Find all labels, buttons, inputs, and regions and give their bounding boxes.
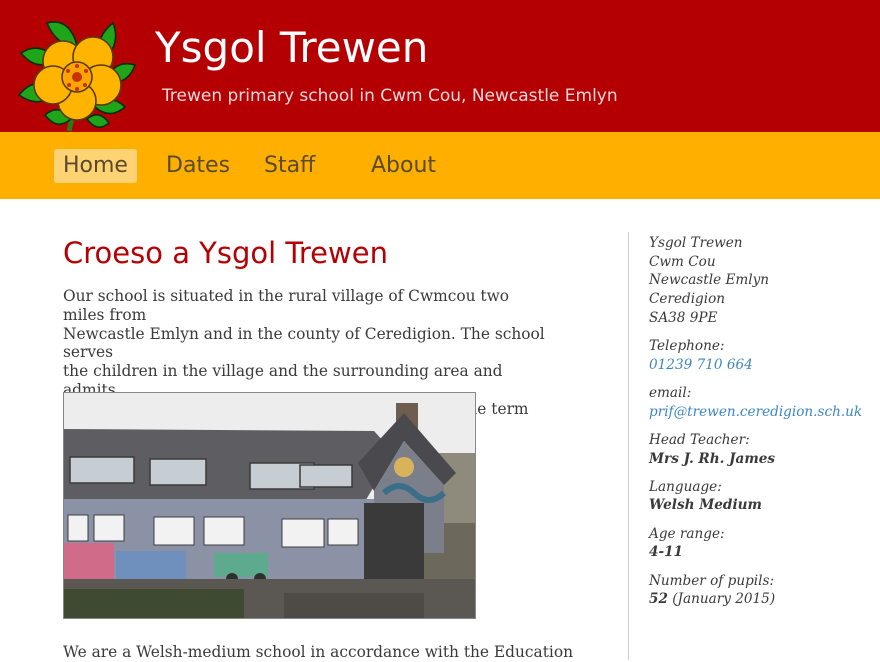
address-line: SA38 9PE bbox=[649, 309, 718, 326]
address-line: Ysgol Trewen bbox=[649, 235, 743, 251]
pupils-value: 52 bbox=[649, 591, 668, 608]
pupils-label: Number of pupils: bbox=[649, 572, 775, 589]
address-line: Cwm Cou bbox=[649, 253, 716, 270]
site-header: Ysgol Trewen Trewen primary school in Cw… bbox=[0, 0, 880, 132]
site-title[interactable]: Ysgol Trewen bbox=[155, 22, 428, 74]
sidebar-divider bbox=[628, 232, 629, 660]
site-subtitle: Trewen primary school in Cwm Cou, Newcas… bbox=[162, 86, 618, 106]
pupils-block: Number of pupils: 52 (January 2015) bbox=[649, 572, 874, 609]
language-label: Language: bbox=[649, 478, 722, 495]
language-value: Welsh Medium bbox=[649, 497, 762, 514]
nav-item-staff[interactable]: Staff bbox=[255, 149, 324, 183]
language-block: Language: Welsh Medium bbox=[649, 478, 874, 515]
telephone-link[interactable]: 01239 710 664 bbox=[649, 356, 874, 375]
email-link[interactable]: prif@trewen.ceredigion.sch.uk bbox=[649, 403, 874, 422]
nav-item-dates[interactable]: Dates bbox=[157, 149, 239, 183]
school-logo-icon[interactable] bbox=[17, 15, 139, 133]
school-photo-illustration bbox=[64, 393, 475, 618]
pupils-note: (January 2015) bbox=[672, 591, 776, 608]
nav-item-home[interactable]: Home bbox=[54, 149, 137, 183]
age-range-value: 4-11 bbox=[649, 544, 684, 561]
main-nav: Home Dates Staff About bbox=[0, 132, 880, 199]
age-range-block: Age range: 4-11 bbox=[649, 525, 874, 562]
pupils-line: 52 (January 2015) bbox=[649, 590, 874, 609]
age-range-label: Age range: bbox=[649, 525, 725, 542]
page-title: Croeso a Ysgol Trewen bbox=[63, 236, 388, 270]
email-block: email: prif@trewen.ceredigion.sch.uk bbox=[649, 384, 874, 421]
intro-line: Newcastle Emlyn and in the county of Cer… bbox=[63, 324, 545, 362]
nav-item-about[interactable]: About bbox=[362, 149, 445, 183]
head-teacher-label: Head Teacher: bbox=[649, 431, 750, 448]
head-teacher-block: Head Teacher: Mrs J. Rh. James bbox=[649, 431, 874, 468]
address-block: Ysgol Trewen Cwm Cou Newcastle Emlyn Cer… bbox=[649, 234, 874, 328]
address-line: Ceredigion bbox=[649, 291, 726, 308]
school-building-photo bbox=[63, 392, 476, 619]
body-paragraph: We are a Welsh-medium school in accordan… bbox=[63, 643, 574, 661]
telephone-label: Telephone: bbox=[649, 338, 725, 355]
email-label: email: bbox=[649, 384, 692, 401]
school-info-sidebar: Ysgol Trewen Cwm Cou Newcastle Emlyn Cer… bbox=[649, 234, 874, 618]
intro-line: Our school is situated in the rural vill… bbox=[63, 287, 510, 324]
head-teacher-value: Mrs J. Rh. James bbox=[649, 450, 776, 467]
address-line: Newcastle Emlyn bbox=[649, 272, 770, 289]
telephone-block: Telephone: 01239 710 664 bbox=[649, 337, 874, 374]
